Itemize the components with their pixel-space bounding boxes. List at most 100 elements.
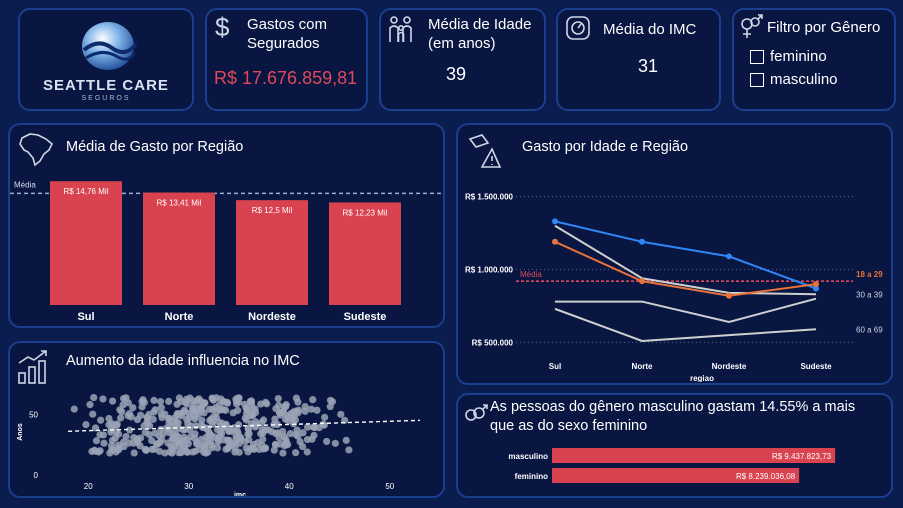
scatter-point [271, 441, 280, 449]
bar-data-label: R$ 12,23 Mil [343, 208, 388, 217]
scatter-point [292, 394, 300, 402]
scatter-point [170, 425, 179, 433]
scatter-point [97, 416, 105, 424]
scatter-point [191, 447, 199, 455]
scatter-point [117, 414, 125, 422]
scatter-point [251, 408, 260, 417]
x-axis-label: regiao [690, 374, 714, 382]
scatter-point [129, 404, 137, 412]
scatter-point [70, 405, 78, 413]
idade-regiao-chart-title: Gasto por Idade e Região [522, 139, 689, 155]
x-tick-label: Sul [77, 311, 94, 323]
kpi-imc-card: Média do IMC 31 [556, 8, 721, 111]
scatter-point [100, 439, 108, 447]
series-point [639, 238, 645, 245]
scatter-point [242, 416, 250, 424]
scatter-point [200, 443, 208, 451]
scatter-point [159, 430, 167, 438]
series-label: 30 a 39 [856, 290, 883, 299]
x-tick-label: 30 [184, 482, 193, 491]
scatter-point [308, 435, 316, 443]
kpi-idade-value: 39 [446, 64, 467, 84]
logo-sub: SEGUROS [81, 95, 131, 102]
scatter-point [328, 398, 337, 406]
scatter-point [174, 439, 182, 447]
series-point [552, 238, 558, 245]
bar-data-label: R$ 12,5 Mil [252, 206, 293, 215]
logo-name: SEATTLE CARE [43, 77, 169, 94]
money-alert-icon [468, 134, 502, 168]
scatter-point [242, 404, 250, 412]
scatter-point [310, 423, 319, 432]
feminino-checkbox[interactable] [750, 50, 764, 65]
scatter-point [292, 449, 300, 457]
scatter-point [342, 436, 350, 444]
series-point [726, 253, 732, 260]
scatter-point [156, 398, 165, 406]
scatter-point [142, 446, 150, 454]
scatter-point [208, 394, 216, 402]
scatter-point [88, 447, 96, 456]
gender-filter-card: Filtro por Gênero feminino masculino [732, 8, 896, 111]
scatter-point [304, 423, 312, 431]
y-tick-label: R$ 1.000.000 [465, 266, 514, 275]
scatter-point [279, 449, 287, 457]
scatter-point [99, 395, 107, 403]
filter-option-label: feminino [770, 48, 827, 65]
filter-option-label: masculino [770, 71, 838, 88]
scatter-point [309, 396, 317, 404]
scatter-point [82, 421, 90, 429]
scatter-point [234, 406, 242, 415]
scatter-point [303, 448, 311, 456]
scatter-point [233, 400, 241, 408]
scatter-point [200, 399, 208, 407]
x-tick-label: Nordeste [248, 311, 296, 323]
scatter-point [293, 426, 301, 434]
kpi-idade-title: Média de Idade (em anos) [428, 15, 531, 53]
scatter-point [209, 417, 217, 425]
x-tick-label: 40 [285, 482, 294, 491]
filter-option-feminino[interactable]: feminino [750, 48, 827, 65]
scatter-point [140, 398, 148, 407]
scatter-point [211, 433, 219, 441]
scatter-point [225, 436, 234, 445]
masculino-checkbox[interactable] [750, 73, 764, 88]
scatter-point [232, 435, 240, 444]
scatter-point [168, 449, 176, 457]
scatter-point [247, 445, 255, 453]
scatter-point [86, 401, 94, 409]
y-tick-label: 0 [34, 471, 39, 480]
bar-data-label: R$ 8.239.036,08 [736, 472, 796, 481]
scatter-point [244, 430, 252, 438]
scatter-point [321, 413, 329, 421]
filter-option-masculino[interactable]: masculino [750, 71, 838, 88]
scatter-point [217, 395, 225, 403]
bar-data-label: R$ 13,41 Mil [157, 199, 202, 208]
x-tick-label: Nordeste [712, 362, 747, 371]
bar [50, 181, 122, 305]
scatter-point [106, 449, 114, 457]
kpi-gastos-title-l2: Segurados [247, 35, 320, 52]
scatter-point [227, 427, 235, 435]
scatter-point [191, 430, 199, 438]
genero-hbar-chart: masculino R$ 9.437.823,73 feminino R$ 8.239… [508, 448, 836, 483]
kpi-gastos-value: R$ 17.676.859,81 [214, 68, 358, 88]
scatter-point [219, 405, 227, 414]
scatter-point [92, 437, 101, 445]
scatter-point [272, 405, 280, 413]
scatter-point [247, 398, 255, 406]
scatter-point [150, 396, 158, 404]
kpi-idade-card: Média de Idade (em anos) 39 [379, 8, 546, 111]
kpi-imc-value: 31 [638, 56, 659, 76]
scatter-point [136, 411, 145, 419]
bar [236, 200, 308, 305]
average-label: Média [14, 180, 36, 189]
series-label: 60 a 69 [856, 325, 883, 334]
kpi-gastos-card: $ Gastos com Segurados R$ 17.676.859,81 [205, 8, 368, 111]
kpi-imc-title: Média do IMC [603, 21, 697, 38]
scatter-point [141, 428, 149, 436]
dollar-icon: $ [215, 12, 230, 42]
scatter-point [177, 448, 185, 457]
filter-title: Filtro por Gênero [767, 19, 881, 36]
x-tick-label: Sudeste [800, 362, 832, 371]
